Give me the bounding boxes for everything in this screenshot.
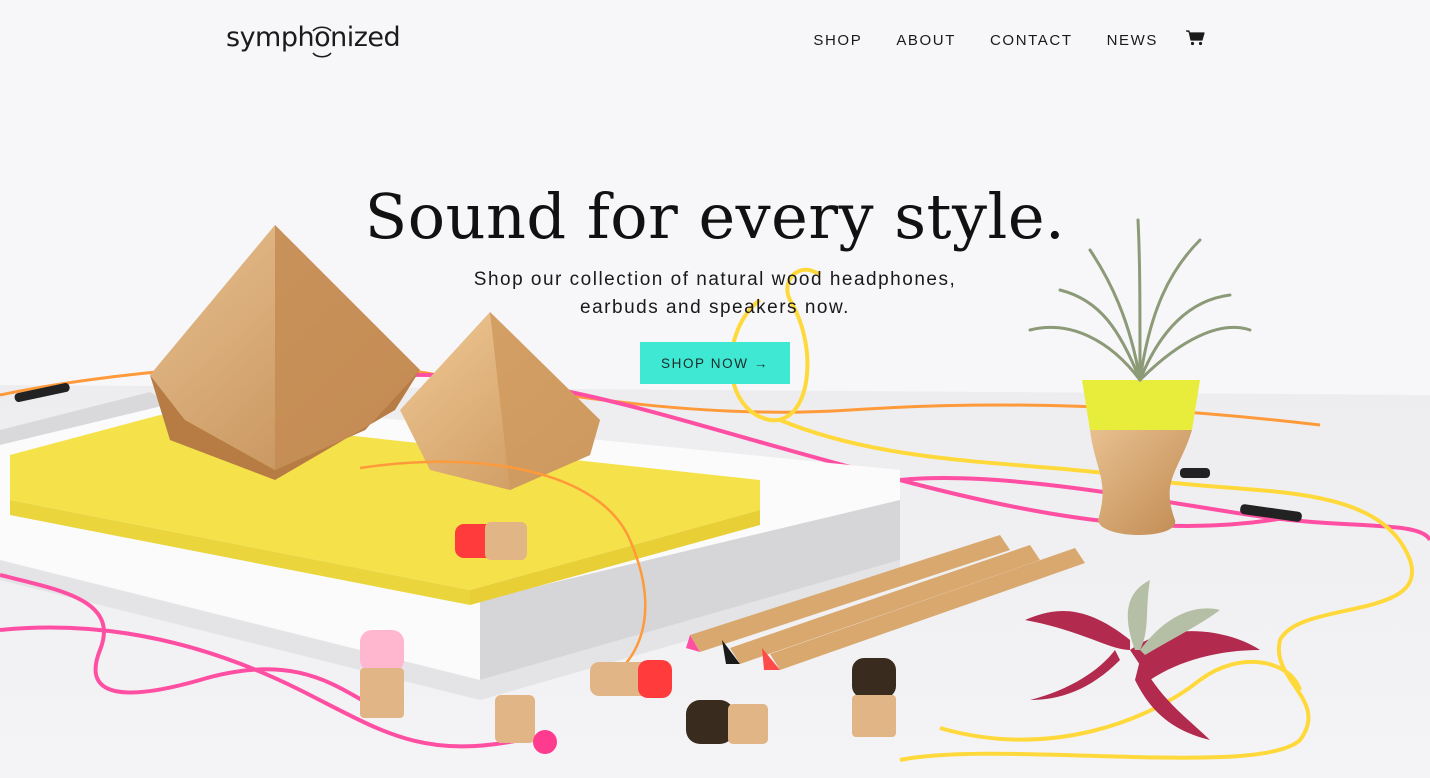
logo-text-right: nized [330,22,401,53]
hero-title: Sound for every style. [364,180,1066,253]
site-header: symphonized SHOP ABOUT CONTACT NEWS [0,0,1430,86]
sound-wave-icon [312,26,332,58]
hero-subtitle-line-1: Shop our collection of natural wood head… [473,269,957,290]
shop-now-button[interactable]: SHOP NOW → [639,342,790,384]
brand-logo[interactable]: symphonized [226,22,401,58]
nav-item-contact[interactable]: CONTACT [990,32,1073,49]
hero-background-image [0,0,1430,778]
hero-subtitle-line-2: earbuds and speakers now. [580,297,850,318]
nav-item-about[interactable]: ABOUT [896,32,956,49]
hero-section: Sound for every style. Shop our collecti… [0,176,1430,384]
hero-subtitle: Shop our collection of natural wood head… [0,266,1430,322]
cart-icon[interactable] [1186,29,1205,46]
logo-text-left: symph [226,22,315,53]
nav-item-news[interactable]: NEWS [1107,32,1158,49]
main-nav: SHOP ABOUT CONTACT NEWS [779,29,1205,49]
nav-item-shop[interactable]: SHOP [813,32,862,49]
